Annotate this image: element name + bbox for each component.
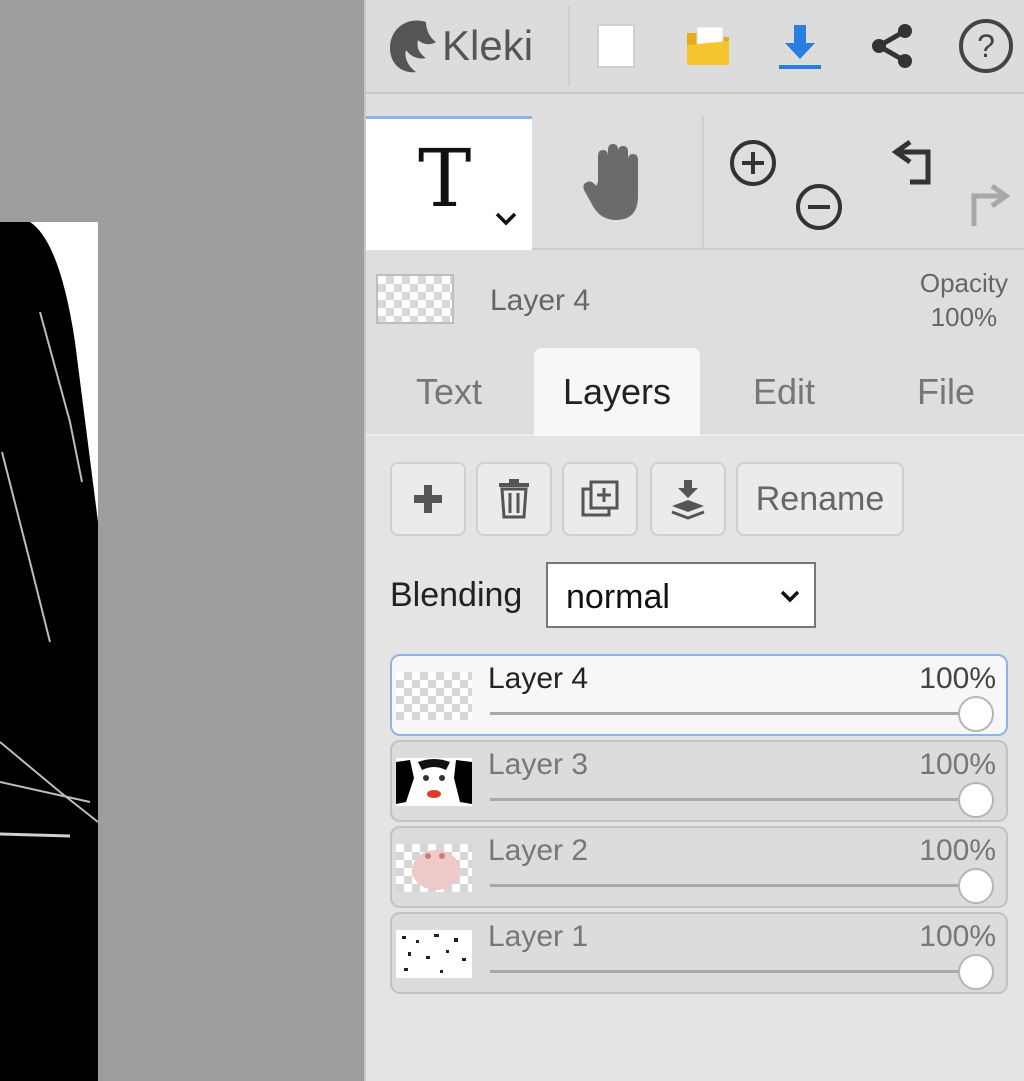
layer-opacity-handle[interactable] [958, 868, 994, 904]
share-button[interactable] [860, 14, 924, 78]
text-tool-button[interactable]: T [366, 116, 532, 250]
hand-tool-icon [583, 144, 638, 220]
history-controls [866, 116, 1024, 250]
text-tool-icon: T [418, 132, 472, 225]
panel-tabs: Text Layers Edit File [366, 348, 1024, 436]
layer-name: Layer 4 [488, 662, 589, 695]
layer-opacity-handle[interactable] [958, 954, 994, 990]
canvas-area[interactable] [0, 0, 364, 1081]
layer-item[interactable]: Layer 2 100% [390, 826, 1008, 908]
tool-row: T [366, 116, 1024, 250]
layer-item[interactable]: Layer 4 100% [390, 654, 1008, 736]
layer-opacity-slider[interactable] [490, 970, 972, 973]
layer-thumbnail [396, 758, 472, 806]
layer-opacity-handle[interactable] [958, 782, 994, 818]
blending-value: normal [566, 578, 670, 616]
current-layer-info: Layer 4 Opacity 100% [366, 252, 1024, 348]
plus-icon [414, 485, 442, 513]
layer-opacity-value: 100% [919, 834, 996, 867]
new-file-icon [597, 24, 635, 68]
layer-opacity-slider[interactable] [490, 884, 972, 887]
chevron-down-icon[interactable] [494, 211, 518, 227]
layer-item[interactable]: Layer 3 100% [390, 740, 1008, 822]
top-bar: Kleki ? [366, 0, 1024, 94]
redo-icon[interactable] [958, 180, 1014, 232]
blending-label: Blending [390, 576, 523, 614]
merge-layer-button[interactable] [650, 462, 726, 536]
layer-name: Layer 3 [488, 748, 589, 781]
current-layer-opacity: Opacity 100% [920, 266, 1008, 334]
delete-layer-button[interactable] [476, 462, 552, 536]
open-file-button[interactable] [676, 14, 740, 78]
help-icon: ? [959, 19, 1013, 73]
layer-opacity-slider[interactable] [490, 712, 972, 715]
layer-opacity-handle[interactable] [958, 696, 994, 732]
zoom-in-icon[interactable] [726, 136, 780, 190]
help-button[interactable]: ? [954, 14, 1018, 78]
merge-down-icon [671, 480, 705, 520]
layer-opacity-value: 100% [919, 920, 996, 953]
opacity-value: 100% [930, 302, 998, 332]
app-name: Kleki [442, 22, 534, 69]
open-folder-icon [687, 26, 729, 65]
zoom-out-icon[interactable] [792, 180, 846, 234]
layer-name: Layer 1 [488, 920, 589, 953]
drawing-content [0, 222, 98, 1081]
layer-thumbnail [396, 672, 472, 720]
undo-icon[interactable] [888, 136, 944, 188]
kleki-logo[interactable]: Kleki [386, 14, 533, 78]
layer-opacity-value: 100% [919, 748, 996, 781]
tab-file[interactable]: File [866, 348, 1024, 436]
duplicate-icon [581, 480, 619, 517]
layer-opacity-slider[interactable] [490, 798, 972, 801]
opacity-label: Opacity [919, 268, 1008, 298]
tab-text[interactable]: Text [366, 348, 532, 436]
share-icon [872, 24, 912, 68]
drawing-canvas[interactable] [0, 222, 98, 1081]
current-layer-thumbnail [376, 274, 454, 324]
trash-icon [499, 479, 529, 519]
new-file-button[interactable] [584, 14, 648, 78]
blending-select[interactable]: normal [546, 562, 816, 628]
add-layer-button[interactable] [390, 462, 466, 536]
chevron-down-icon [780, 590, 800, 603]
hand-tool-button[interactable] [532, 116, 700, 250]
duplicate-layer-button[interactable] [562, 462, 638, 536]
zoom-controls [702, 116, 864, 250]
layer-thumbnail [396, 930, 472, 978]
tab-layers[interactable]: Layers [534, 348, 700, 436]
toolbar-divider [568, 6, 570, 86]
download-icon [779, 25, 821, 69]
layer-item[interactable]: Layer 1 100% [390, 912, 1008, 994]
download-button[interactable] [768, 14, 832, 78]
rename-layer-button[interactable]: Rename [736, 462, 904, 536]
kleki-logo-icon [390, 20, 436, 73]
layers-pane: Rename Blending normal Layer 4 100% Laye… [366, 436, 1024, 1081]
tab-edit[interactable]: Edit [702, 348, 866, 436]
svg-text:?: ? [977, 28, 995, 64]
current-layer-name: Layer 4 [490, 284, 591, 317]
side-panel: Kleki ? T Layer 4 Opacity 100% Text Laye… [364, 0, 1024, 1081]
layer-thumbnail [396, 844, 472, 892]
layer-name: Layer 2 [488, 834, 589, 867]
layer-opacity-value: 100% [919, 662, 996, 695]
